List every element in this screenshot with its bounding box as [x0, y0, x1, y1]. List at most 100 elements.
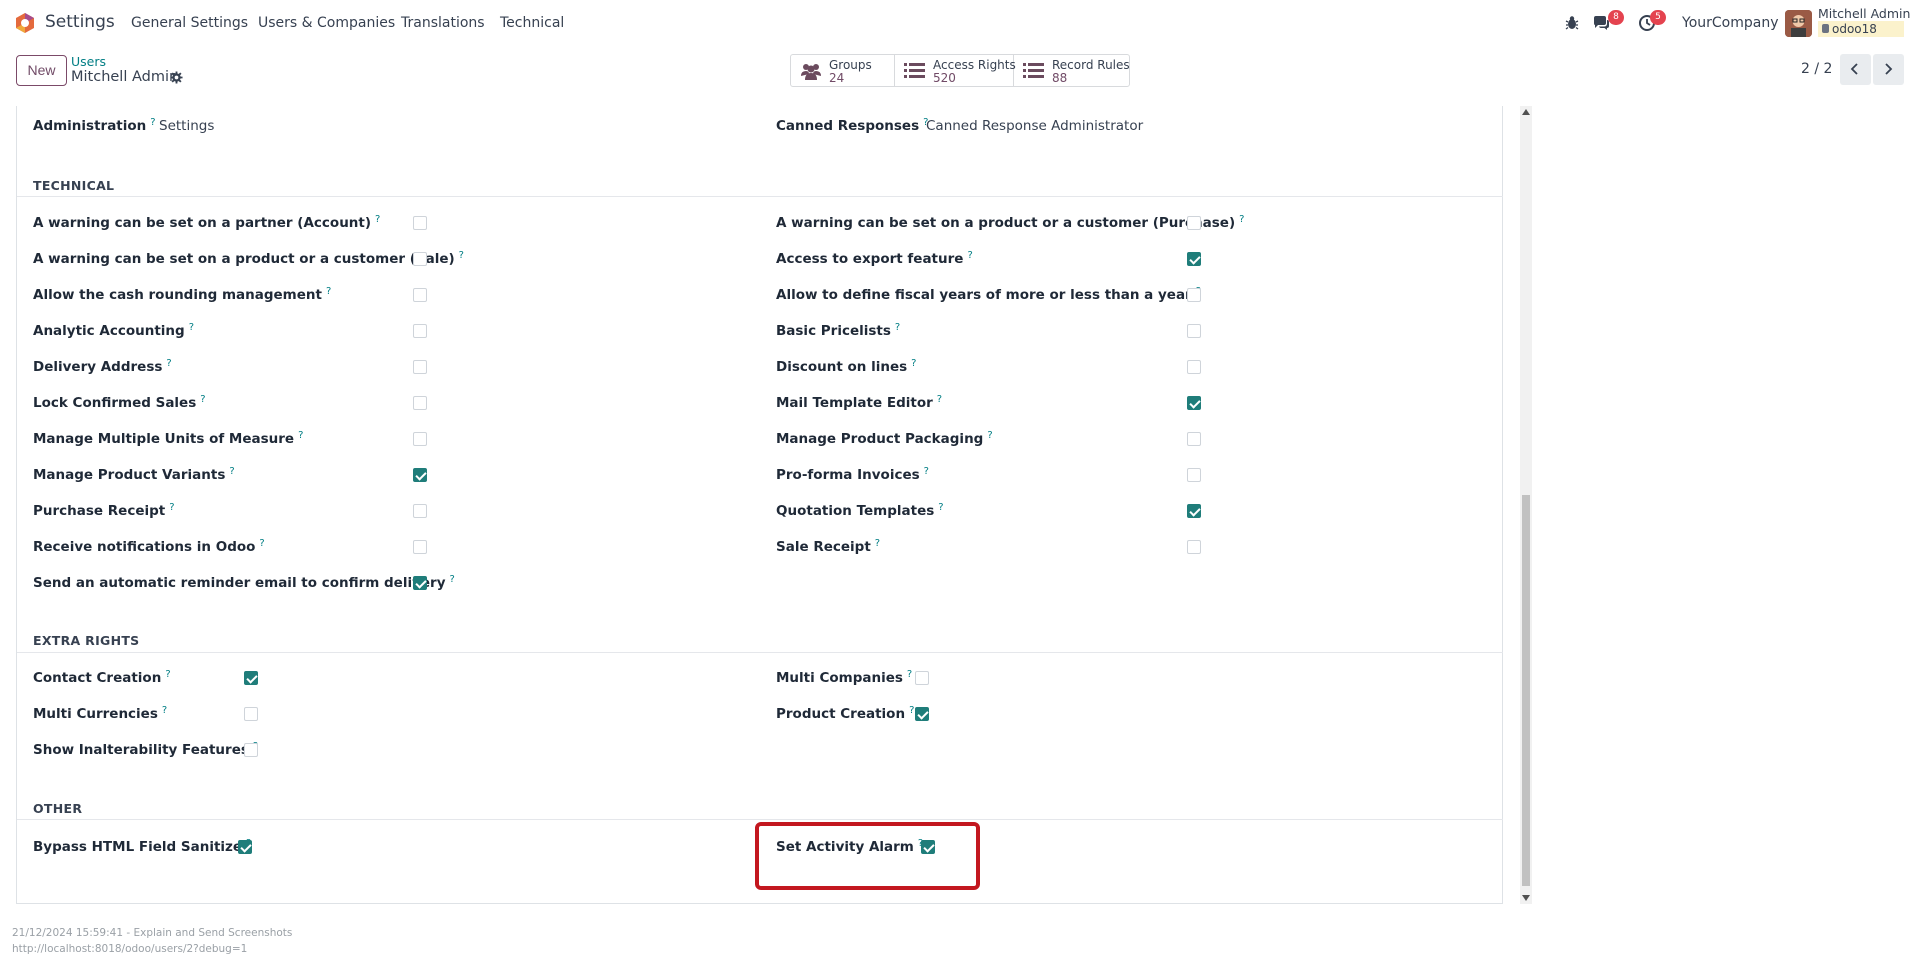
checkbox-mail-template-editor[interactable]	[1187, 396, 1201, 410]
help-icon[interactable]: ?	[909, 705, 914, 716]
checkbox-access-to-export-feature[interactable]	[1187, 252, 1201, 266]
field-label-send-an-automatic-reminder-email-to-confirm-delivery: Send an automatic reminder email to conf…	[33, 574, 455, 591]
breadcrumb-users[interactable]: Users	[71, 54, 106, 69]
checkbox-allow-to-define-fiscal-years-of-more-or-less-than-a-year[interactable]	[1187, 288, 1201, 302]
menu-technical[interactable]: Technical	[500, 15, 564, 31]
new-button[interactable]: New	[16, 55, 67, 86]
scroll-thumb[interactable]	[1522, 495, 1530, 886]
groups-label: Groups	[829, 58, 872, 72]
gear-icon[interactable]	[170, 71, 183, 84]
field-label-a-warning-can-be-set-on-a-partner-account: A warning can be set on a partner (Accou…	[33, 214, 381, 231]
user-avatar[interactable]	[1785, 10, 1812, 37]
field-label-receive-notifications-in-odoo: Receive notifications in Odoo?	[33, 538, 265, 555]
administration-label: Administration?	[33, 117, 156, 134]
help-icon[interactable]: ?	[166, 358, 171, 369]
checkbox-basic-pricelists[interactable]	[1187, 324, 1201, 338]
checkbox-analytic-accounting[interactable]	[413, 324, 427, 338]
checkbox-a-warning-can-be-set-on-a-partner-account[interactable]	[413, 216, 427, 230]
checkbox-multi-companies[interactable]	[915, 671, 929, 685]
help-icon[interactable]: ?	[189, 322, 194, 333]
bug-icon[interactable]	[1563, 14, 1581, 32]
record-rules-smart-button[interactable]: Record Rules 88	[1014, 55, 1130, 86]
help-icon[interactable]: ?	[938, 502, 943, 513]
checkbox-lock-confirmed-sales[interactable]	[413, 396, 427, 410]
help-icon[interactable]: ?	[967, 250, 972, 261]
menu-translations[interactable]: Translations	[401, 15, 485, 31]
checkbox-contact-creation[interactable]	[244, 671, 258, 685]
checkbox-receive-notifications-in-odoo[interactable]	[413, 540, 427, 554]
groups-smart-button[interactable]: Groups 24	[791, 55, 895, 86]
help-icon[interactable]: ?	[150, 117, 155, 128]
field-label-discount-on-lines: Discount on lines?	[776, 358, 917, 375]
record-rules-label: Record Rules	[1052, 58, 1130, 72]
section-divider	[17, 196, 1503, 197]
help-icon[interactable]: ?	[459, 250, 464, 261]
section-divider	[17, 652, 1503, 653]
app-name[interactable]: Settings	[45, 12, 115, 32]
help-icon[interactable]: ?	[162, 705, 167, 716]
help-icon[interactable]: ?	[875, 538, 880, 549]
checkbox-manage-product-variants[interactable]	[413, 468, 427, 482]
administration-value[interactable]: Settings	[159, 118, 214, 134]
pager-previous-button[interactable]	[1840, 54, 1871, 85]
checkbox-manage-product-packaging[interactable]	[1187, 432, 1201, 446]
help-icon[interactable]: ?	[895, 322, 900, 333]
help-icon[interactable]: ?	[937, 394, 942, 405]
activities-badge: 5	[1650, 10, 1666, 25]
help-icon[interactable]: ?	[907, 669, 912, 680]
checkbox-multi-currencies[interactable]	[244, 707, 258, 721]
database-icon	[1822, 24, 1829, 33]
checkbox-allow-the-cash-rounding-management[interactable]	[413, 288, 427, 302]
field-label-pro-forma-invoices: Pro-forma Invoices?	[776, 466, 929, 483]
field-label-contact-creation: Contact Creation?	[33, 669, 171, 686]
checkbox-bypass-html-field-sanitize[interactable]	[238, 840, 252, 854]
field-label-show-inalterability-features: Show Inalterability Features?	[33, 741, 258, 758]
checkbox-delivery-address[interactable]	[413, 360, 427, 374]
checkbox-a-warning-can-be-set-on-a-product-or-a-customer-sale[interactable]	[413, 252, 427, 266]
help-icon[interactable]: ?	[165, 669, 170, 680]
help-icon[interactable]: ?	[450, 574, 455, 585]
help-icon[interactable]: ?	[259, 538, 264, 549]
help-icon[interactable]: ?	[298, 430, 303, 441]
checkbox-sale-receipt[interactable]	[1187, 540, 1201, 554]
user-name[interactable]: Mitchell Admin	[1818, 6, 1910, 21]
field-label-multi-companies: Multi Companies?	[776, 669, 913, 686]
field-label-allow-to-define-fiscal-years-of-more-or-less-than-a-year: Allow to define fiscal years of more or …	[776, 286, 1201, 303]
checkbox-pro-forma-invoices[interactable]	[1187, 468, 1201, 482]
checkbox-discount-on-lines[interactable]	[1187, 360, 1201, 374]
canned-responses-value[interactable]: Canned Response Administrator	[926, 118, 1143, 134]
access-rights-label: Access Rights	[933, 58, 1016, 72]
menu-users-companies[interactable]: Users & Companies	[258, 15, 395, 31]
help-icon[interactable]: ?	[911, 358, 916, 369]
help-icon[interactable]: ?	[1239, 214, 1244, 225]
access-rights-smart-button[interactable]: Access Rights 520	[895, 55, 1016, 86]
messages-badge: 8	[1608, 10, 1624, 25]
help-icon[interactable]: ?	[200, 394, 205, 405]
checkbox-send-an-automatic-reminder-email-to-confirm-delivery[interactable]	[413, 576, 427, 590]
checkbox-product-creation[interactable]	[915, 707, 929, 721]
pager-next-button[interactable]	[1873, 54, 1904, 85]
canned-responses-label: Canned Responses?	[776, 117, 929, 134]
checkbox-quotation-templates[interactable]	[1187, 504, 1201, 518]
field-label-multi-currencies: Multi Currencies?	[33, 705, 168, 722]
help-icon[interactable]: ?	[375, 214, 380, 225]
help-icon[interactable]: ?	[326, 286, 331, 297]
checkbox-purchase-receipt[interactable]	[413, 504, 427, 518]
field-label-purchase-receipt: Purchase Receipt?	[33, 502, 175, 519]
menu-general-settings[interactable]: General Settings	[131, 15, 248, 31]
help-icon[interactable]: ?	[987, 430, 992, 441]
checkbox-a-warning-can-be-set-on-a-product-or-a-customer-purchase[interactable]	[1187, 216, 1201, 230]
scroll-up-arrow-icon[interactable]	[1522, 109, 1530, 115]
help-icon[interactable]: ?	[169, 502, 174, 513]
checkbox-manage-multiple-units-of-measure[interactable]	[413, 432, 427, 446]
scrollbar[interactable]	[1520, 106, 1532, 904]
help-icon[interactable]: ?	[229, 466, 234, 477]
help-icon[interactable]: ?	[924, 466, 929, 477]
field-label-bypass-html-field-sanitize: Bypass HTML Field Sanitize?	[33, 838, 251, 855]
odoo-logo-icon[interactable]	[14, 12, 36, 34]
company-switcher[interactable]: YourCompany	[1682, 15, 1779, 31]
scroll-down-arrow-icon[interactable]	[1522, 895, 1530, 901]
top-navbar: Settings General Settings Users & Compan…	[0, 0, 1919, 46]
checkbox-show-inalterability-features[interactable]	[244, 743, 258, 757]
pager-value[interactable]: 2 / 2	[1801, 61, 1832, 77]
